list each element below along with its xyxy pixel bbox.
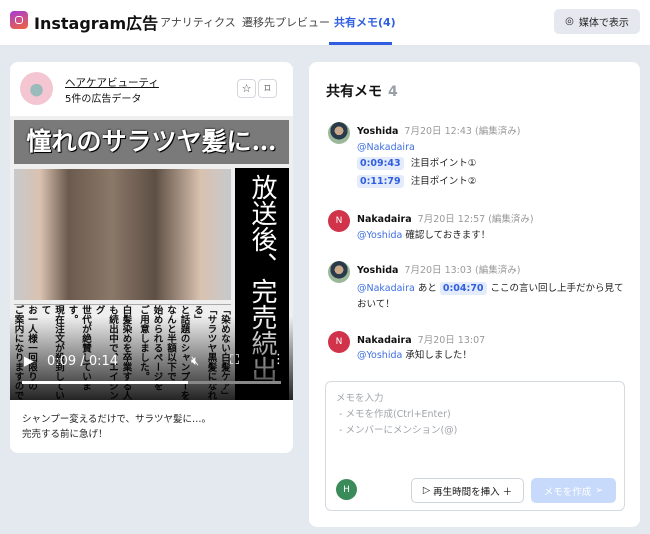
fullscreen-icon[interactable]: ⛶ [230,353,239,368]
memo-input[interactable]: メモを入力 - メモを作成(Ctrl+Enter) - メンバーにメンション(@… [325,381,625,511]
bookmark-button[interactable]: ⌑ [258,79,277,98]
video-hair-image [14,169,231,300]
brand-name-link[interactable]: ヘアケアビューティ [65,75,159,90]
current-user-avatar: H [336,479,357,500]
brand-ad-count: 5件の広告データ [65,94,142,105]
tab-analytics[interactable]: アナリティクス [160,14,236,30]
favorite-star-button[interactable]: ☆ [237,79,256,98]
mute-icon[interactable]: 🔇︎ [191,354,199,369]
view-in-media-label: 媒体で表示 [578,18,629,29]
play-outline-icon: ▷ [422,485,431,496]
play-icon[interactable]: ▶ [24,354,34,369]
instagram-logo-icon [10,11,28,29]
view-in-media-button[interactable]: ◎ 媒体で表示 [554,9,640,34]
timestamp-link[interactable]: 0:09:43 [357,157,404,170]
insert-playback-time-button[interactable]: ▷ 再生時間を挿入＋ [411,478,524,503]
brand-avatar [20,72,53,105]
create-memo-button[interactable]: メモを作成 ➢ [531,478,616,503]
ad-video-player[interactable]: 憧れのサラツヤ髪に… 放送後、完売続出 「染めない白髪ケア」「サラツヤ黒髪になれ… [10,116,293,400]
tab-landing-preview[interactable]: 遷移先プレビュー [242,14,330,30]
avatar: N [328,331,350,353]
ad-caption: シャンプー変えるだけで、サラツヤ髪に…。 完売する前に急げ！ [22,414,212,440]
mention[interactable]: @Yoshida [357,350,402,361]
plus-icon: ＋ [502,486,513,498]
video-progress-bar[interactable] [22,381,281,384]
instagram-icon: ◎ [565,16,574,27]
mention[interactable]: @Nakadaira [357,142,415,153]
timestamp-link[interactable]: 0:11:79 [357,175,404,188]
video-banner-text: 憧れのサラツヤ髪に… [14,120,289,164]
memo-count: 4 [388,84,398,100]
mention[interactable]: @Nakadaira [357,283,415,294]
active-tab-indicator [329,42,392,45]
app-title: Instagram広告 [34,14,159,33]
avatar [328,261,350,283]
tab-shared-memo[interactable]: 共有メモ(4) [334,14,396,30]
timestamp-link[interactable]: 0:04:70 [439,282,487,295]
avatar: N [328,210,350,232]
top-header: Instagram広告 アナリティクス 遷移先プレビュー 共有メモ(4) ◎ 媒体… [0,0,650,46]
more-options-icon[interactable]: ⋮ [272,352,285,367]
video-time: 0:09 / 0:14 [47,354,119,369]
memo-title: 共有メモ 4 [326,84,398,100]
memo-input-placeholder: メモを入力 - メモを作成(Ctrl+Enter) - メンバーにメンション(@… [336,393,458,436]
send-icon: ➢ [595,485,604,496]
avatar [328,122,350,144]
mention[interactable]: @Yoshida [357,230,402,241]
